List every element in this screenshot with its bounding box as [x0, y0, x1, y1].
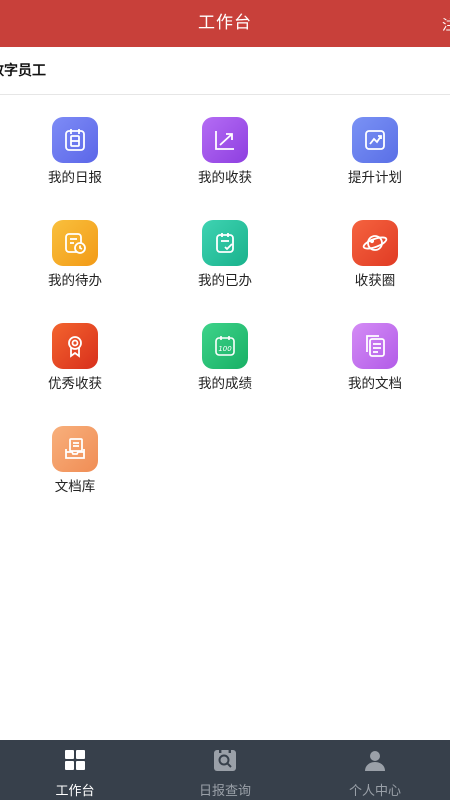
tab-personal-center[interactable]: 个人中心 — [300, 740, 450, 800]
svg-text:100: 100 — [218, 345, 232, 353]
documents-icon — [352, 323, 398, 369]
grid-item-excellent-harvest[interactable]: 优秀收获 — [0, 301, 150, 404]
grid-item-my-documents[interactable]: 我的文档 — [300, 301, 450, 404]
grid-item-label: 我的日报 — [48, 170, 102, 186]
user-bar: 数字员工 — [0, 47, 450, 95]
grid-item-my-daily-report[interactable]: 我的日报 — [0, 95, 150, 198]
calendar-icon — [52, 117, 98, 163]
header-right-link[interactable]: 注 — [442, 0, 450, 47]
grid-item-label: 我的已办 — [198, 273, 252, 289]
archive-icon — [52, 426, 98, 472]
app-header: 工作台 注 — [0, 0, 450, 47]
award-icon — [52, 323, 98, 369]
score-icon: 100 — [202, 323, 248, 369]
planet-icon — [352, 220, 398, 266]
grid-item-label: 收获圈 — [354, 273, 396, 289]
grid-item-label: 文档库 — [54, 479, 96, 495]
grid-item-document-library[interactable]: 文档库 — [0, 404, 150, 507]
grid-item-my-todo[interactable]: 我的待办 — [0, 198, 150, 301]
grid-item-my-done[interactable]: 我的已办 — [150, 198, 300, 301]
bottom-tab-bar: 工作台 日报查询 个人中心 — [0, 740, 450, 800]
grid-item-improvement-plan[interactable]: 提升计划 — [300, 95, 450, 198]
grid-item-label: 我的待办 — [48, 273, 102, 289]
done-check-icon — [202, 220, 248, 266]
grid-item-label: 我的成绩 — [198, 376, 252, 392]
tab-label: 日报查询 — [198, 784, 251, 799]
tab-label: 个人中心 — [348, 784, 401, 799]
grid-item-my-harvest[interactable]: 我的收获 — [150, 95, 300, 198]
trend-up-icon — [352, 117, 398, 163]
tab-workbench[interactable]: 工作台 — [0, 740, 150, 800]
grid-item-label: 我的收获 — [198, 170, 252, 186]
report-search-icon — [214, 748, 236, 771]
tab-label: 工作台 — [55, 784, 95, 799]
grid-item-harvest-circle[interactable]: 收获圈 — [300, 198, 450, 301]
grid-item-label: 优秀收获 — [48, 376, 102, 392]
person-icon — [365, 751, 385, 771]
user-name: 数字员工 — [0, 63, 46, 79]
grid-item-my-scores[interactable]: 100 我的成绩 — [150, 301, 300, 404]
grid-item-label: 我的文档 — [348, 376, 402, 392]
todo-clock-icon — [52, 220, 98, 266]
grid-icon — [65, 750, 85, 770]
grid-item-label: 提升计划 — [348, 170, 402, 186]
tab-report-query[interactable]: 日报查询 — [150, 740, 300, 800]
page-title: 工作台 — [198, 13, 252, 33]
chart-icon — [202, 117, 248, 163]
